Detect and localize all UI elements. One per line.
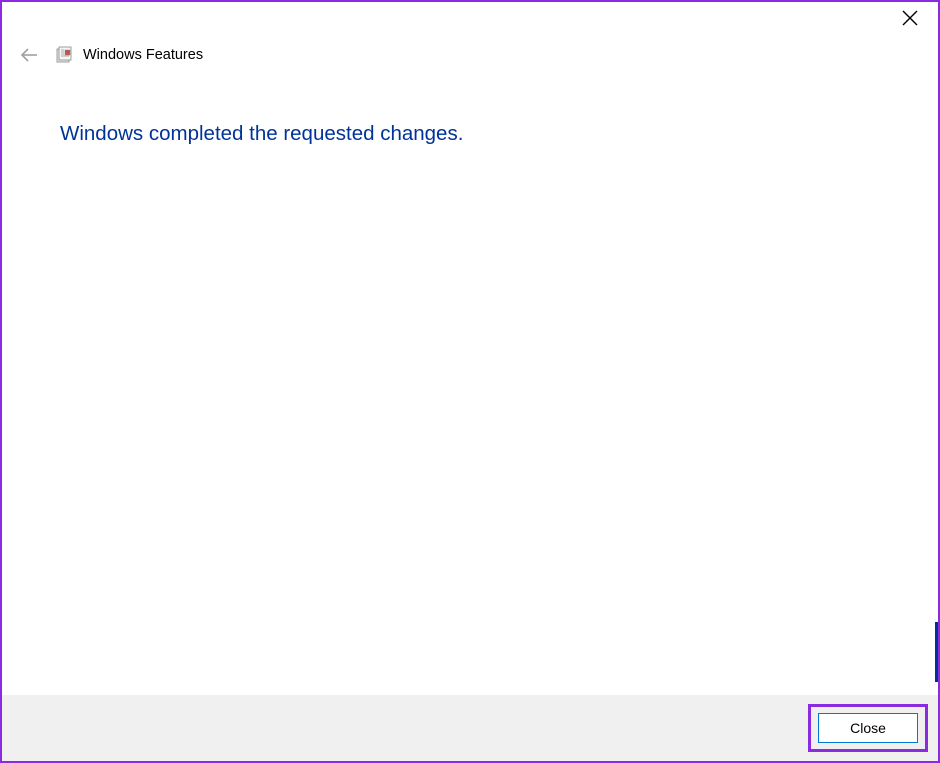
- scrollbar-fragment: [935, 622, 938, 682]
- page-heading: Windows completed the requested changes.: [60, 122, 938, 146]
- close-button[interactable]: Close: [818, 713, 918, 743]
- titlebar: [2, 2, 938, 36]
- footer: Close: [2, 695, 938, 761]
- close-icon[interactable]: [900, 8, 920, 28]
- windows-features-icon: [55, 46, 73, 64]
- app-title: Windows Features: [83, 47, 203, 63]
- header: Windows Features: [2, 38, 938, 72]
- close-button-highlight: Close: [808, 704, 928, 752]
- back-arrow-icon[interactable]: [17, 43, 41, 67]
